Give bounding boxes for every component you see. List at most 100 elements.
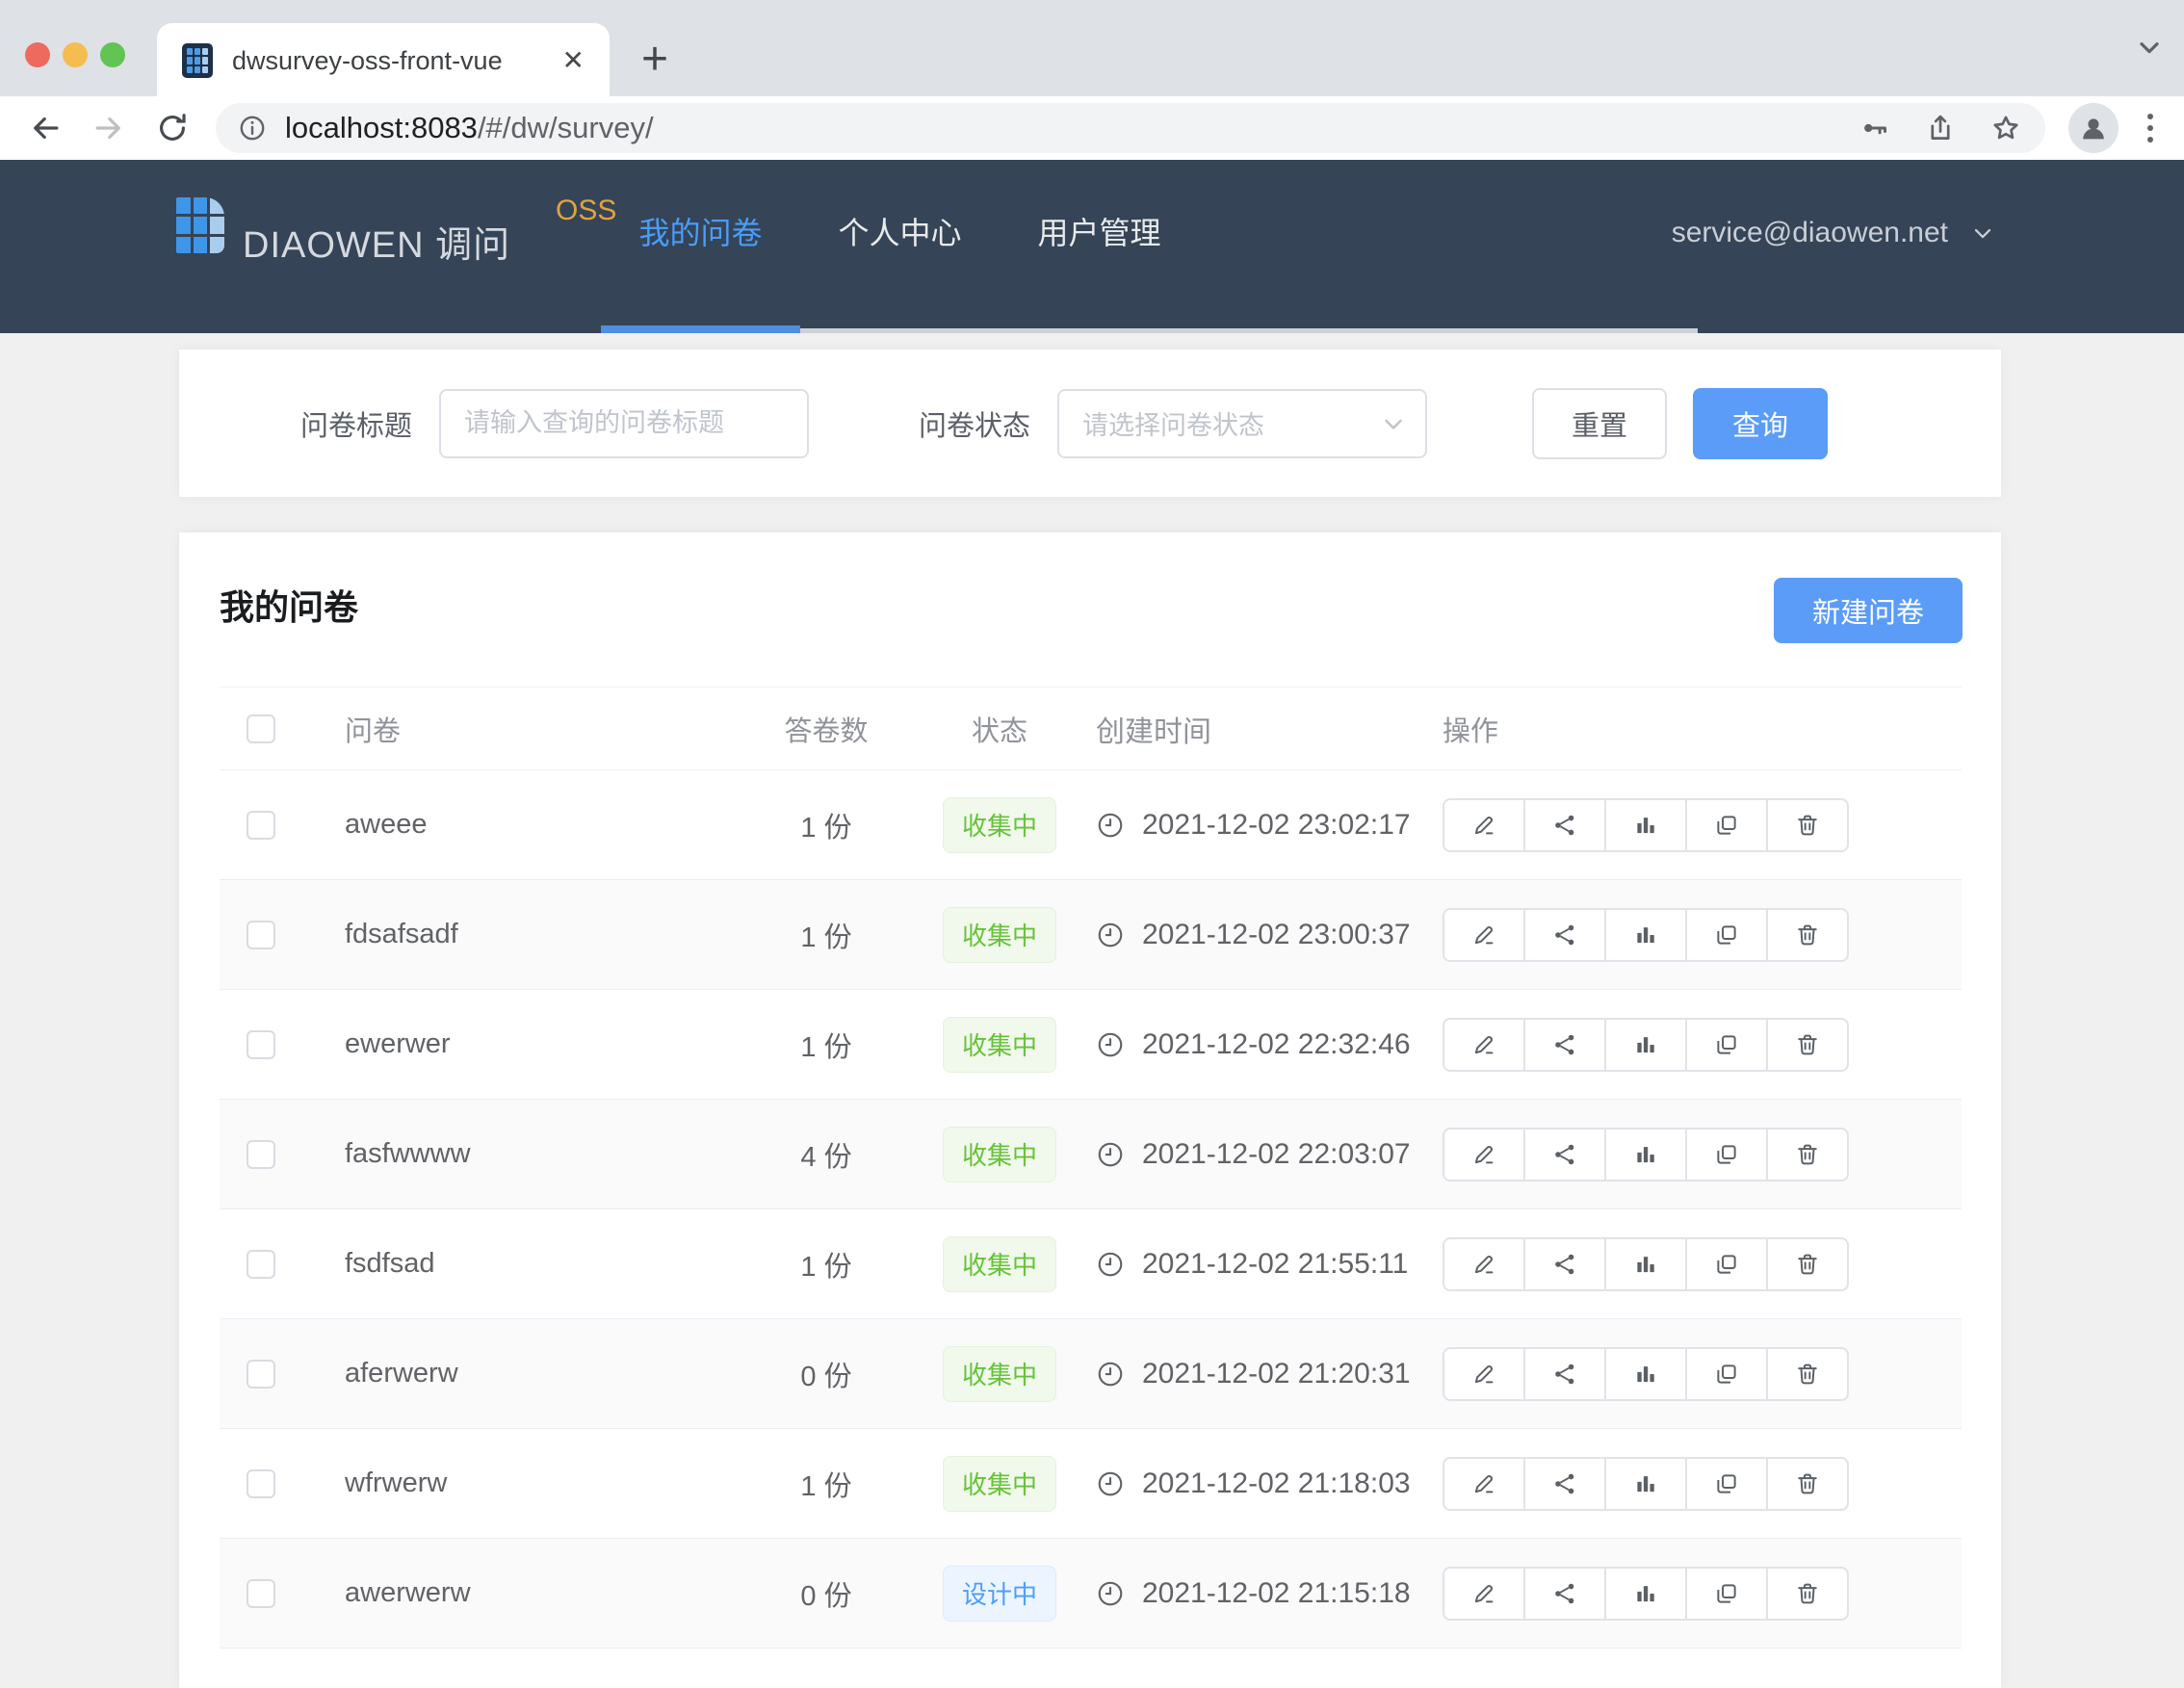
delete-button[interactable] — [1766, 1237, 1849, 1291]
site-info-icon[interactable] — [237, 113, 268, 143]
survey-name[interactable]: ewerwer — [345, 1028, 749, 1060]
row-checkbox-cell — [220, 1469, 345, 1498]
share-button[interactable] — [1523, 908, 1606, 962]
password-key-icon[interactable] — [1859, 112, 1891, 144]
edit-button[interactable] — [1443, 1128, 1525, 1182]
survey-name[interactable]: fasfwwww — [345, 1138, 749, 1170]
row-checkbox[interactable] — [247, 811, 275, 840]
copy-button[interactable] — [1685, 1237, 1768, 1291]
share-button[interactable] — [1523, 1567, 1606, 1621]
copy-button[interactable] — [1685, 1128, 1768, 1182]
edit-button[interactable] — [1443, 908, 1525, 962]
reset-button[interactable]: 重置 — [1532, 388, 1667, 459]
stats-button[interactable] — [1604, 1457, 1687, 1511]
share-button[interactable] — [1523, 1128, 1606, 1182]
edit-button[interactable] — [1443, 1018, 1525, 1072]
browser-profile-avatar[interactable] — [2068, 103, 2119, 153]
delete-button[interactable] — [1766, 1128, 1849, 1182]
edit-button[interactable] — [1443, 1457, 1525, 1511]
bookmark-star-icon[interactable] — [1989, 112, 2022, 144]
copy-button[interactable] — [1685, 908, 1768, 962]
reload-button-icon[interactable] — [154, 110, 191, 146]
account-menu[interactable]: service@diaowen.net — [1672, 160, 1996, 333]
create-survey-button[interactable]: 新建问卷 — [1774, 578, 1963, 643]
edit-button[interactable] — [1443, 1567, 1525, 1621]
survey-title-label: 问卷标题 — [300, 403, 412, 444]
created-cell: 2021-12-02 21:20:31 — [1096, 1358, 1414, 1390]
stats-button[interactable] — [1604, 1128, 1687, 1182]
status-cell: 收集中 — [903, 1017, 1096, 1073]
window-minimize-button[interactable] — [63, 42, 88, 67]
browser-tab[interactable]: dwsurvey-oss-front-vue ✕ — [157, 23, 610, 98]
share-icon — [1551, 1141, 1578, 1168]
row-checkbox[interactable] — [247, 1140, 275, 1169]
window-close-button[interactable] — [25, 42, 50, 67]
edit-icon — [1470, 812, 1497, 839]
row-checkbox-cell — [220, 1250, 345, 1279]
row-checkbox[interactable] — [247, 1469, 275, 1498]
copy-icon — [1713, 1141, 1740, 1168]
stats-button[interactable] — [1604, 908, 1687, 962]
nav-item-my-surveys[interactable]: 我的问卷 — [601, 160, 800, 333]
delete-button[interactable] — [1766, 1457, 1849, 1511]
copy-button[interactable] — [1685, 798, 1768, 852]
status-badge: 收集中 — [943, 1236, 1056, 1292]
tab-close-icon[interactable]: ✕ — [562, 47, 585, 74]
share-button[interactable] — [1523, 798, 1606, 852]
copy-button[interactable] — [1685, 1457, 1768, 1511]
stats-button[interactable] — [1604, 1018, 1687, 1072]
tab-search-chevron-icon[interactable] — [2134, 32, 2165, 63]
row-checkbox[interactable] — [247, 1360, 275, 1389]
stats-icon — [1632, 1251, 1659, 1278]
stats-button[interactable] — [1604, 1237, 1687, 1291]
created-cell: 2021-12-02 23:00:37 — [1096, 919, 1414, 951]
share-button[interactable] — [1523, 1347, 1606, 1401]
select-all-checkbox[interactable] — [247, 714, 275, 743]
back-button-icon[interactable] — [27, 110, 64, 146]
stats-button[interactable] — [1604, 1347, 1687, 1401]
survey-status-select[interactable]: 请选择问卷状态 — [1057, 389, 1427, 458]
copy-button[interactable] — [1685, 1018, 1768, 1072]
share-export-icon[interactable] — [1924, 112, 1957, 144]
survey-name[interactable]: aweee — [345, 809, 749, 841]
window-zoom-button[interactable] — [100, 42, 125, 67]
nav-item-personal-center[interactable]: 个人中心 — [800, 160, 1000, 333]
survey-name[interactable]: wfrwerw — [345, 1467, 749, 1499]
clock-icon — [1096, 1030, 1125, 1059]
survey-name[interactable]: awerwerw — [345, 1577, 749, 1609]
new-tab-button[interactable]: + — [628, 33, 682, 87]
edit-button[interactable] — [1443, 1237, 1525, 1291]
delete-button[interactable] — [1766, 908, 1849, 962]
status-cell: 收集中 — [903, 1456, 1096, 1512]
search-button[interactable]: 查询 — [1693, 388, 1828, 459]
nav-item-user-management[interactable]: 用户管理 — [1000, 160, 1199, 333]
forward-button-icon[interactable] — [91, 110, 127, 146]
delete-button[interactable] — [1766, 1018, 1849, 1072]
share-button[interactable] — [1523, 1237, 1606, 1291]
action-button-group — [1443, 1347, 1849, 1401]
row-checkbox[interactable] — [247, 1030, 275, 1059]
copy-button[interactable] — [1685, 1567, 1768, 1621]
edit-button[interactable] — [1443, 798, 1525, 852]
row-checkbox[interactable] — [247, 1579, 275, 1608]
survey-name[interactable]: fsdfsad — [345, 1248, 749, 1280]
survey-name[interactable]: fdsafsadf — [345, 919, 749, 950]
delete-button[interactable] — [1766, 1567, 1849, 1621]
row-checkbox[interactable] — [247, 921, 275, 949]
survey-name[interactable]: aferwerw — [345, 1358, 749, 1389]
header-answer-count: 答卷数 — [749, 709, 903, 749]
answer-count: 1 份 — [749, 1244, 903, 1285]
row-checkbox[interactable] — [247, 1250, 275, 1279]
delete-button[interactable] — [1766, 798, 1849, 852]
stats-button[interactable] — [1604, 1567, 1687, 1621]
copy-button[interactable] — [1685, 1347, 1768, 1401]
share-button[interactable] — [1523, 1457, 1606, 1511]
stats-button[interactable] — [1604, 798, 1687, 852]
browser-menu-icon[interactable] — [2147, 114, 2153, 143]
edit-button[interactable] — [1443, 1347, 1525, 1401]
address-bar[interactable]: localhost:8083/#/dw/survey/ — [216, 103, 2045, 153]
status-cell: 收集中 — [903, 1127, 1096, 1182]
delete-button[interactable] — [1766, 1347, 1849, 1401]
share-button[interactable] — [1523, 1018, 1606, 1072]
survey-title-input[interactable] — [439, 389, 809, 458]
